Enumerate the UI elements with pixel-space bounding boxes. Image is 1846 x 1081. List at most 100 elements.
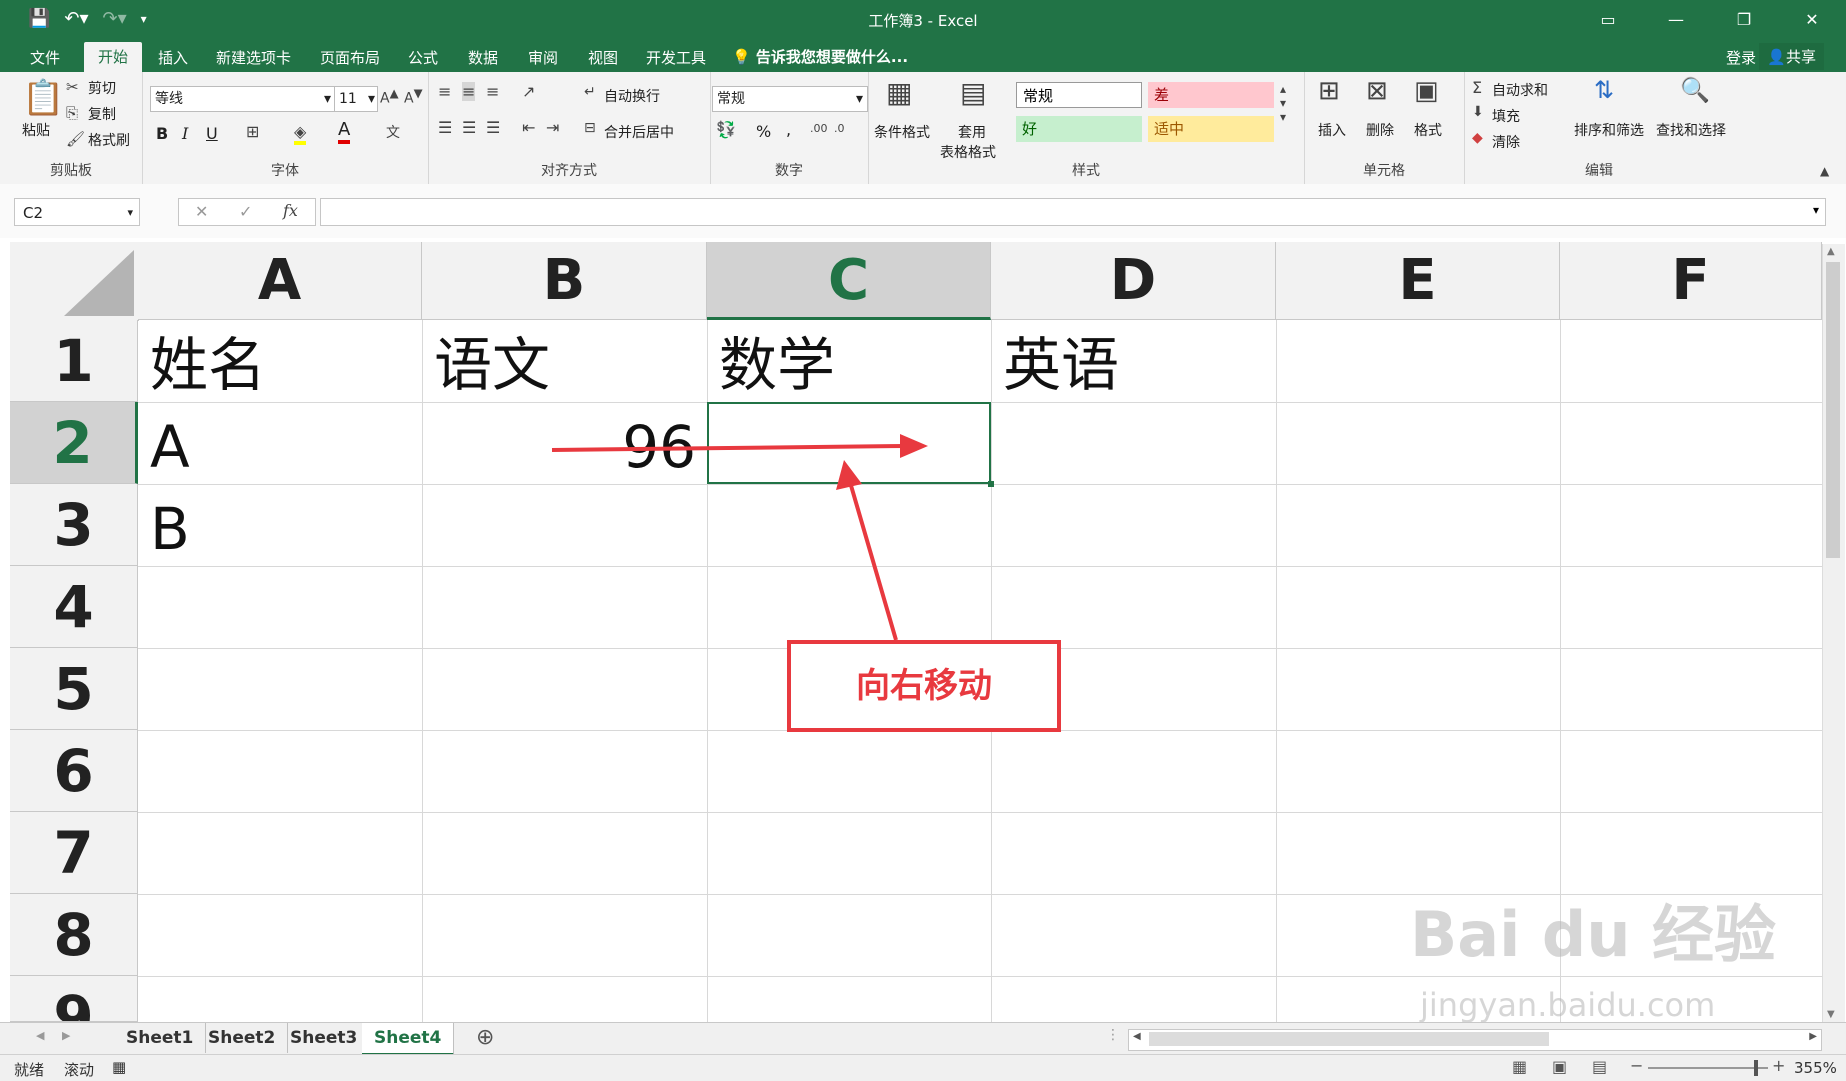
autosum-icon[interactable]: Σ — [1472, 78, 1482, 97]
decrease-decimal-icon[interactable]: .0 — [834, 122, 845, 135]
add-sheet-icon[interactable]: ⊕ — [476, 1025, 494, 1050]
tab-developer[interactable]: 开发工具 — [646, 47, 706, 68]
zoom-out-icon[interactable]: − — [1630, 1056, 1643, 1075]
font-size-select[interactable]: 11 ▾ — [334, 86, 378, 112]
page-layout-view-icon[interactable]: ▣ — [1552, 1057, 1567, 1076]
indent-decrease-icon[interactable]: ⇤ — [522, 118, 535, 137]
ribbon-display-icon[interactable]: ▭ — [1574, 0, 1642, 40]
style-normal[interactable]: 常规 — [1016, 82, 1142, 108]
copy-button[interactable]: 复制 — [88, 104, 116, 124]
font-name-select[interactable]: 等线 ▾ — [150, 86, 336, 112]
login-link[interactable]: 登录 — [1726, 47, 1756, 68]
find-select-button[interactable]: 查找和选择 — [1656, 120, 1726, 140]
macro-record-icon[interactable]: ▦ — [112, 1058, 126, 1076]
align-top-icon[interactable]: ≡ — [438, 82, 451, 101]
restore-icon[interactable]: ❐ — [1710, 0, 1778, 40]
align-left-icon[interactable]: ☰ — [438, 118, 452, 137]
zoom-slider[interactable] — [1648, 1067, 1768, 1069]
zoom-level[interactable]: 355% — [1794, 1059, 1837, 1077]
minimize-icon[interactable]: — — [1642, 0, 1710, 40]
underline-button[interactable]: U — [206, 124, 218, 143]
tab-split-handle-icon[interactable]: ⋮ — [1106, 1027, 1120, 1043]
sort-filter-icon[interactable]: ⇅ — [1594, 76, 1614, 104]
bold-button[interactable]: B — [156, 124, 168, 143]
format-painter-icon[interactable]: 🖌 — [66, 130, 85, 148]
tab-page-layout[interactable]: 页面布局 — [320, 47, 380, 68]
scroll-right-icon[interactable]: ▶ — [1809, 1031, 1817, 1042]
merge-icon[interactable]: ⊟ — [584, 120, 596, 136]
insert-cells-button[interactable]: 插入 — [1318, 120, 1346, 140]
format-painter-button[interactable]: 格式刷 — [88, 130, 130, 150]
format-cells-icon[interactable]: ▣ — [1414, 76, 1439, 106]
cut-button[interactable]: 剪切 — [88, 78, 116, 98]
orientation-icon[interactable]: ↗ — [522, 82, 535, 101]
vertical-scroll-thumb[interactable] — [1826, 262, 1840, 558]
comma-button[interactable]: , — [786, 120, 791, 139]
tab-formulas[interactable]: 公式 — [408, 47, 438, 68]
font-color-icon[interactable]: A — [338, 120, 351, 144]
tab-review[interactable]: 审阅 — [528, 47, 558, 68]
number-format-select[interactable]: 常规 ▾ — [712, 86, 868, 112]
sort-filter-button[interactable]: 排序和筛选 — [1574, 120, 1644, 140]
tab-data[interactable]: 数据 — [468, 47, 498, 68]
wrap-text-button[interactable]: 自动换行 — [604, 86, 660, 106]
sheet-tab-2[interactable]: Sheet2 — [196, 1023, 289, 1053]
border-icon[interactable]: ⊞ — [246, 122, 259, 141]
copy-icon[interactable]: ⎘ — [66, 104, 78, 122]
align-right-icon[interactable]: ☰ — [486, 118, 500, 137]
fill-button[interactable]: 填充 — [1492, 106, 1520, 126]
insert-cells-icon[interactable]: ⊞ — [1318, 76, 1340, 106]
tell-me-box[interactable]: 💡 告诉我您想要做什么... — [732, 46, 908, 67]
cancel-icon[interactable]: ✕ — [195, 202, 208, 221]
find-icon[interactable]: 🔍 — [1680, 76, 1710, 104]
delete-cells-icon[interactable]: ⊠ — [1366, 76, 1388, 106]
paste-button[interactable]: 粘贴 — [22, 120, 50, 140]
enter-icon[interactable]: ✓ — [239, 202, 252, 221]
horizontal-scroll-thumb[interactable] — [1149, 1032, 1549, 1046]
cut-icon[interactable]: ✂ — [66, 78, 79, 96]
fill-color-icon[interactable]: ◈ — [294, 122, 307, 145]
increase-decimal-icon[interactable]: .00 — [810, 122, 828, 135]
scroll-left-icon[interactable]: ◀ — [1133, 1031, 1141, 1042]
zoom-in-icon[interactable]: + — [1772, 1056, 1785, 1075]
tab-new-tab[interactable]: 新建选项卡 — [216, 47, 291, 68]
scroll-down-icon[interactable]: ▼ — [1827, 1009, 1835, 1020]
name-box[interactable]: C2 ▾ — [14, 198, 140, 226]
format-as-table-label-1[interactable]: 套用 — [958, 122, 986, 142]
horizontal-scrollbar[interactable]: ◀ ▶ — [1128, 1029, 1822, 1051]
merge-center-button[interactable]: 合并后居中 — [604, 122, 674, 142]
insert-function-button[interactable]: fx — [283, 201, 298, 220]
collapse-ribbon-icon[interactable]: ▲ — [1820, 164, 1829, 178]
close-icon[interactable]: ✕ — [1778, 0, 1846, 40]
styles-scroll-icon[interactable]: ▴ ▾ ▾ — [1280, 82, 1286, 124]
align-bottom-icon[interactable]: ≡ — [486, 82, 499, 101]
format-cells-button[interactable]: 格式 — [1414, 120, 1442, 140]
sheet-tab-4[interactable]: Sheet4 — [362, 1023, 455, 1056]
sheet-tab-3[interactable]: Sheet3 — [278, 1023, 371, 1053]
zoom-slider-thumb[interactable] — [1754, 1060, 1758, 1076]
percent-button[interactable]: % — [756, 122, 771, 141]
delete-cells-button[interactable]: 删除 — [1366, 120, 1394, 140]
style-bad[interactable]: 差 — [1148, 82, 1274, 108]
formula-input[interactable]: ▾ — [320, 198, 1826, 226]
expand-formula-icon[interactable]: ▾ — [1813, 203, 1819, 217]
clear-button[interactable]: 清除 — [1492, 132, 1520, 152]
tab-insert[interactable]: 插入 — [158, 47, 188, 68]
accounting-icon[interactable]: 💱 — [716, 120, 736, 139]
wrap-text-icon[interactable]: ↵ — [584, 84, 596, 100]
conditional-format-icon[interactable]: ▦ — [886, 76, 912, 109]
style-neutral[interactable]: 适中 — [1148, 116, 1274, 142]
prev-sheet-icon[interactable]: ◀ — [36, 1029, 44, 1042]
fill-icon[interactable]: ⬇ — [1472, 104, 1484, 120]
tab-view[interactable]: 视图 — [588, 47, 618, 68]
align-center-icon[interactable]: ☰ — [462, 118, 476, 137]
tab-home[interactable]: 开始 — [84, 42, 143, 72]
scroll-up-icon[interactable]: ▲ — [1827, 246, 1835, 257]
italic-button[interactable]: I — [182, 124, 188, 143]
clear-icon[interactable]: ◆ — [1472, 130, 1483, 146]
phonetic-icon[interactable]: 文 — [386, 122, 400, 142]
format-as-table-icon[interactable]: ▤ — [960, 76, 986, 109]
indent-increase-icon[interactable]: ⇥ — [546, 118, 559, 137]
tab-file[interactable]: 文件 — [30, 47, 60, 68]
normal-view-icon[interactable]: ▦ — [1512, 1057, 1527, 1076]
